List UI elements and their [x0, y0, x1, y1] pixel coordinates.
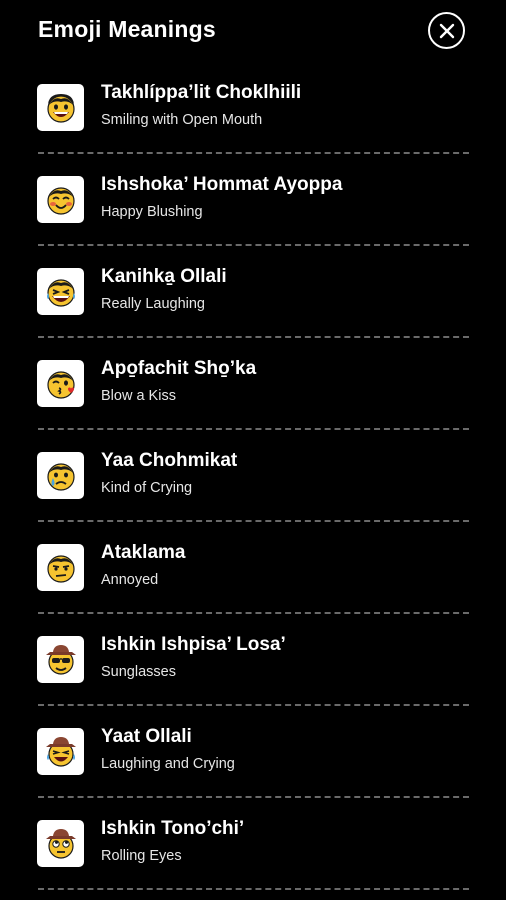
- emoji-meaning: Laughing and Crying: [101, 756, 235, 772]
- emoji-meaning: Really Laughing: [101, 296, 205, 312]
- emoji-name: Kanihka̱ Ollali: [101, 266, 227, 287]
- list-item[interactable]: Apo̱fachit Sho̱’ka Blow a Kiss: [0, 338, 506, 430]
- smiling-open-mouth-icon: [37, 84, 84, 131]
- emoji-meaning: Annoyed: [101, 572, 159, 588]
- list-item[interactable]: Ishkin Tono’chi’ Rolling Eyes: [0, 798, 506, 890]
- emoji-meaning: Happy Blushing: [101, 204, 203, 220]
- annoyed-icon: [37, 544, 84, 591]
- emoji-list: Takhlíppa’lit Choklhiili Smiling with Op…: [0, 62, 506, 890]
- emoji-meaning: Blow a Kiss: [101, 388, 176, 404]
- list-item[interactable]: Ishshoka’ Hommat Ayoppa Happy Blushing: [0, 154, 506, 246]
- close-icon: [439, 23, 454, 38]
- emoji-name: Ataklama: [101, 542, 186, 563]
- list-item[interactable]: Takhlíppa’lit Choklhiili Smiling with Op…: [0, 62, 506, 154]
- emoji-meaning: Kind of Crying: [101, 480, 193, 496]
- emoji-meaning: Smiling with Open Mouth: [101, 112, 263, 128]
- sunglasses-icon: [37, 636, 84, 683]
- emoji-name: Yaa Chohmikat: [101, 450, 238, 471]
- happy-blushing-icon: [37, 176, 84, 223]
- emoji-name: Yaat Ollali: [101, 726, 192, 747]
- list-item[interactable]: Yaa Chohmikat Kind of Crying: [0, 430, 506, 522]
- emoji-name: Ishshoka’ Hommat Ayoppa: [101, 174, 343, 195]
- rolling-eyes-icon: [37, 820, 84, 867]
- page-title: Emoji Meanings: [38, 16, 216, 42]
- emoji-name: Apo̱fachit Sho̱’ka: [101, 358, 257, 379]
- list-item[interactable]: Ishkin Ishpisa’ Losa’ Sunglasses: [0, 614, 506, 706]
- emoji-meaning: Sunglasses: [101, 664, 176, 680]
- emoji-name: Ishkin Tono’chi’: [101, 818, 245, 839]
- emoji-name: Takhlíppa’lit Choklhiili: [101, 82, 302, 103]
- kind-of-crying-icon: [37, 452, 84, 499]
- really-laughing-icon: [37, 268, 84, 315]
- emoji-name: Ishkin Ishpisa’ Losa’: [101, 634, 286, 655]
- emoji-meaning: Rolling Eyes: [101, 848, 182, 864]
- list-item[interactable]: Ataklama Annoyed: [0, 522, 506, 614]
- list-item[interactable]: Yaat Ollali Laughing and Crying: [0, 706, 506, 798]
- close-button[interactable]: [428, 12, 465, 49]
- list-item[interactable]: Kanihka̱ Ollali Really Laughing: [0, 246, 506, 338]
- laughing-crying-icon: [37, 728, 84, 775]
- app-header: Emoji Meanings: [0, 0, 506, 62]
- divider: [38, 888, 469, 890]
- blow-kiss-icon: [37, 360, 84, 407]
